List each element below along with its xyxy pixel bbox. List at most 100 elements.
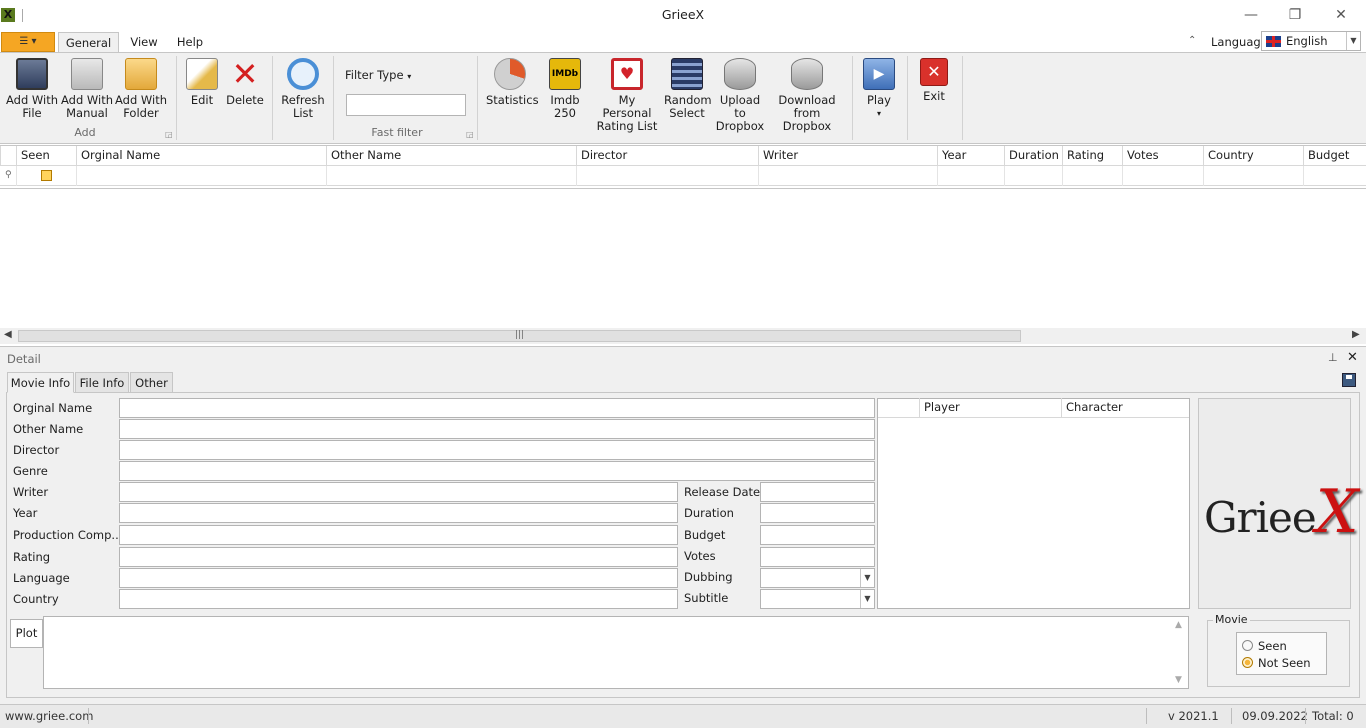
column-header-rating[interactable]: Rating: [1062, 146, 1122, 166]
statistics-button[interactable]: Statistics: [486, 58, 539, 107]
dialog-launcher-icon[interactable]: ◲: [466, 130, 474, 139]
manual-entry-icon: [71, 58, 103, 90]
website-link[interactable]: www.griee.com: [5, 709, 93, 723]
column-header-writer[interactable]: Writer: [758, 146, 937, 166]
chevron-down-icon[interactable]: ▼: [860, 590, 874, 608]
filter-cell-director[interactable]: [576, 166, 758, 186]
dubbing-select[interactable]: ▼: [760, 568, 875, 588]
column-header-budget[interactable]: Budget: [1303, 146, 1366, 166]
status-bar: [0, 704, 1366, 728]
country-input[interactable]: [119, 589, 678, 609]
download-from-dropbox-button[interactable]: Download from Dropbox: [772, 58, 842, 133]
scroll-up-icon[interactable]: ▲: [1175, 620, 1182, 630]
other-name-input[interactable]: [119, 419, 875, 439]
restore-button[interactable]: ❐: [1272, 0, 1318, 30]
genre-input[interactable]: [119, 461, 875, 481]
column-header-player[interactable]: Player: [919, 398, 1061, 418]
tab-movie-info[interactable]: Movie Info: [7, 372, 74, 393]
save-icon[interactable]: [1342, 373, 1356, 387]
filter-cell-rating[interactable]: [1062, 166, 1122, 186]
production-company-input[interactable]: [119, 525, 678, 545]
button-label: File: [22, 106, 42, 120]
writer-input[interactable]: [119, 482, 678, 502]
not-seen-radio[interactable]: [1242, 657, 1253, 668]
filter-type-dropdown[interactable]: Filter Type ▾: [345, 68, 411, 82]
tab-other[interactable]: Other: [130, 372, 173, 393]
label-country: Country: [13, 592, 59, 606]
label-release-date: Release Date: [684, 485, 761, 499]
filter-cell-year[interactable]: [937, 166, 1004, 186]
checkbox-icon[interactable]: [41, 170, 52, 181]
filter-cell-seen[interactable]: [16, 166, 76, 186]
chevron-down-icon[interactable]: ▼: [860, 569, 874, 587]
duration-input[interactable]: [760, 503, 875, 523]
refresh-list-button[interactable]: Refresh List: [280, 58, 326, 120]
fast-filter-input[interactable]: [346, 94, 466, 116]
app-menu-button[interactable]: ☰ ▾: [1, 32, 55, 52]
language-input[interactable]: [119, 568, 678, 588]
release-date-input[interactable]: [760, 482, 875, 502]
subtitle-select[interactable]: ▼: [760, 589, 875, 609]
random-select-button[interactable]: Random Select: [664, 58, 712, 120]
filter-cell-country[interactable]: [1203, 166, 1303, 186]
column-header-character[interactable]: Character: [1061, 398, 1189, 418]
filter-cell-orginal-name[interactable]: [76, 166, 326, 186]
poster-area[interactable]: GrieeX: [1198, 398, 1358, 609]
dialog-launcher-icon[interactable]: ◲: [165, 130, 173, 139]
scroll-down-icon[interactable]: ▼: [1175, 675, 1182, 685]
column-header-country[interactable]: Country: [1203, 146, 1303, 166]
budget-input[interactable]: [760, 525, 875, 545]
play-button[interactable]: ▶ Play ▾: [860, 58, 898, 120]
director-input[interactable]: [119, 440, 875, 460]
rating-input[interactable]: [119, 547, 678, 567]
tab-help[interactable]: Help: [170, 32, 210, 53]
column-header-seen[interactable]: Seen: [16, 146, 76, 166]
tab-view[interactable]: View: [124, 32, 164, 53]
column-header-votes[interactable]: Votes: [1122, 146, 1203, 166]
votes-input[interactable]: [760, 547, 875, 567]
column-header-year[interactable]: Year: [937, 146, 1004, 166]
edit-button[interactable]: Edit: [183, 58, 221, 107]
column-header-orginal-name[interactable]: Orginal Name: [76, 146, 326, 166]
cast-list[interactable]: [877, 398, 1190, 609]
scroll-right-icon[interactable]: ▶: [1352, 329, 1360, 340]
not-seen-radio-label[interactable]: Not Seen: [1258, 656, 1311, 670]
collapse-ribbon-icon[interactable]: ⌃: [1188, 35, 1196, 46]
scroll-left-icon[interactable]: ◀: [4, 329, 12, 340]
filter-cell-writer[interactable]: [758, 166, 937, 186]
filter-icon: ⚲: [5, 170, 12, 180]
status-divider: [88, 708, 89, 724]
pin-icon[interactable]: ⊥: [1328, 351, 1338, 364]
seen-radio-label[interactable]: Seen: [1258, 639, 1287, 653]
personal-rating-list-button[interactable]: ♥ My Personal Rating List: [596, 58, 658, 133]
add-with-manual-button[interactable]: Add With Manual: [60, 58, 114, 120]
column-header-duration[interactable]: Duration: [1004, 146, 1062, 166]
group-divider: [477, 56, 478, 140]
filter-cell-votes[interactable]: [1122, 166, 1203, 186]
orginal-name-input[interactable]: [119, 398, 875, 418]
plot-textarea[interactable]: [43, 616, 1189, 689]
tab-file-info[interactable]: File Info: [75, 372, 129, 393]
imdb-250-button[interactable]: IMDb Imdb 250: [540, 58, 590, 120]
filter-cell-budget[interactable]: [1303, 166, 1366, 186]
filter-cell-duration[interactable]: [1004, 166, 1062, 186]
column-header-director[interactable]: Director: [576, 146, 758, 166]
chevron-down-icon[interactable]: ▼: [1346, 32, 1360, 50]
seen-radio[interactable]: [1242, 640, 1253, 651]
close-detail-icon[interactable]: ✕: [1347, 350, 1358, 365]
minimize-button[interactable]: —: [1228, 0, 1274, 30]
delete-button[interactable]: ✕ Delete: [225, 58, 265, 107]
add-with-file-button[interactable]: Add With File: [4, 58, 60, 120]
exit-button[interactable]: ✕ Exit: [916, 58, 952, 103]
year-input[interactable]: [119, 503, 678, 523]
filter-cell-other-name[interactable]: [326, 166, 576, 186]
close-button[interactable]: ✕: [1318, 0, 1364, 30]
label-director: Director: [13, 443, 60, 457]
upload-to-dropbox-button[interactable]: Upload to Dropbox: [714, 58, 766, 133]
column-header-other-name[interactable]: Other Name: [326, 146, 576, 166]
language-select[interactable]: English ▼: [1261, 31, 1361, 51]
add-with-folder-button[interactable]: Add With Folder: [114, 58, 168, 120]
tab-general[interactable]: General: [58, 32, 119, 53]
label-dubbing: Dubbing: [684, 570, 733, 584]
label-production-company: Production Comp...: [13, 528, 123, 542]
